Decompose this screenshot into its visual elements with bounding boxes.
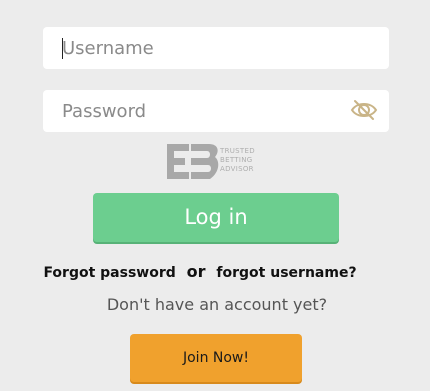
username-input[interactable] — [43, 27, 389, 69]
no-account-text: Don't have an account yet? — [106, 295, 328, 314]
or-label: or — [186, 262, 206, 281]
tba-line-3: ADVISOR — [220, 165, 254, 173]
forgot-username-link[interactable]: forgot username? — [216, 265, 356, 281]
username-field[interactable] — [43, 27, 389, 69]
tba-line-1: TRUSTED — [220, 147, 255, 155]
password-input[interactable] — [43, 90, 389, 132]
eye-slash-icon[interactable] — [349, 98, 379, 122]
text-caret — [62, 38, 63, 59]
forgot-links: Forgot password or forgot username? — [0, 262, 400, 281]
tba-line-2: BETTING — [220, 156, 253, 164]
trusted-betting-advisor-logo: TRUSTED BETTING ADVISOR — [165, 142, 265, 184]
password-field[interactable] — [43, 90, 389, 132]
forgot-password-link[interactable]: Forgot password — [43, 265, 175, 281]
join-now-button[interactable]: Join Now! — [130, 334, 302, 382]
tba-emblem-icon — [167, 144, 219, 179]
tba-wordmark: TRUSTED BETTING ADVISOR — [220, 147, 255, 174]
login-button[interactable]: Log in — [93, 193, 339, 242]
